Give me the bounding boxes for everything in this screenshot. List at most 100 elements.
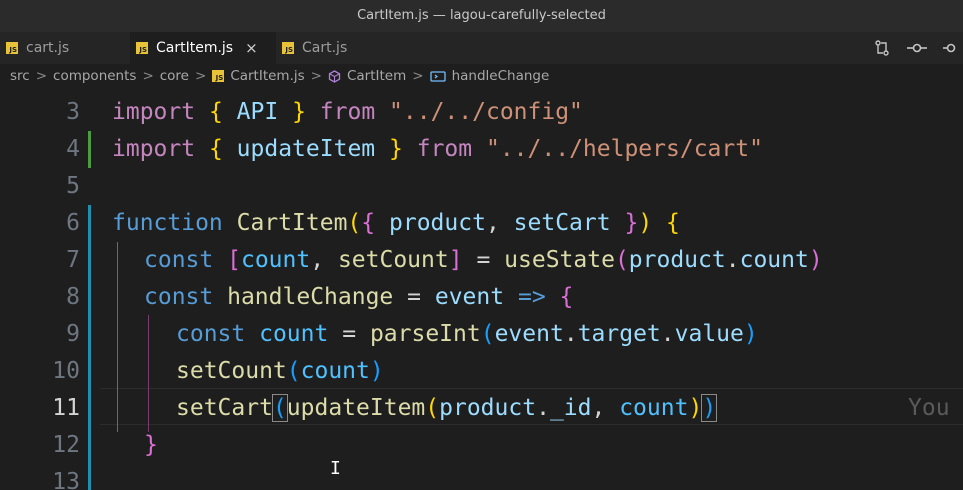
token-function: setCount: [337, 247, 449, 273]
code-line: 8 const handleChange = event => {: [0, 279, 963, 316]
tab-cartitem-js[interactable]: JS CartItem.js ×: [130, 32, 276, 64]
token-identifier: product: [439, 395, 537, 421]
line-number: 13: [52, 469, 80, 490]
token-bracket: (: [347, 210, 362, 236]
inline-blame-text: You: [908, 395, 950, 421]
token-function: CartItem: [236, 210, 348, 236]
token-property: target: [577, 321, 661, 347]
code-editor[interactable]: 3 import { API } from "../../config" 4 i…: [0, 88, 963, 490]
breadcrumb-item-core[interactable]: core: [160, 68, 189, 84]
code-line: 3 import { API } from "../../config": [0, 94, 963, 131]
token-punct: ,: [485, 210, 500, 236]
token-bracket: (: [480, 321, 495, 347]
js-file-icon: JS: [282, 42, 294, 54]
line-content: setCount(count): [176, 353, 384, 390]
mouse-cursor-ibeam: I: [330, 458, 341, 479]
token-bracket: }: [292, 99, 306, 125]
line-content: import { updateItem } from "../../helper…: [112, 131, 763, 168]
tab-label: Cart.js: [302, 40, 348, 56]
token-bracket: (: [425, 395, 440, 421]
token-keyword: from: [416, 136, 473, 162]
code-line: 13: [0, 464, 963, 490]
token-bracket: ): [688, 395, 703, 421]
token-bracket: {: [361, 210, 376, 236]
token-param: setCart: [513, 210, 611, 236]
breadcrumb-separator: >: [310, 68, 322, 84]
code-line: 12 }: [0, 427, 963, 464]
breadcrumb: src > components > core > JS CartItem.js…: [0, 64, 963, 88]
git-commit-icon[interactable]: [907, 39, 927, 57]
line-number: 7: [66, 247, 80, 273]
token-punct: ,: [310, 247, 325, 273]
token-param: product: [389, 210, 486, 236]
line-content: }: [144, 427, 158, 464]
line-content: function CartItem({ product, setCart }) …: [112, 205, 680, 242]
token-keyword: import: [112, 99, 196, 125]
token-function: setCount: [176, 358, 287, 384]
token-bracket: }: [389, 136, 403, 162]
token-function: updateItem: [286, 395, 426, 421]
code-line: 6 function CartItem({ product, setCart }…: [0, 205, 963, 242]
token-bracket: ): [369, 358, 384, 384]
tab-label: CartItem.js: [156, 40, 234, 56]
js-file-icon: JS: [6, 42, 18, 54]
token-function: parseInt: [369, 321, 481, 347]
token-property: value: [674, 321, 744, 347]
token-bracket: [: [227, 247, 241, 273]
token-identifier: count: [619, 395, 689, 421]
compare-changes-icon[interactable]: [873, 39, 891, 57]
code-line: 10 setCount(count): [0, 353, 963, 390]
line-number: 10: [52, 358, 80, 384]
breadcrumb-item-component[interactable]: CartItem: [347, 68, 406, 84]
token-punct: ,: [591, 395, 606, 421]
code-line: 4 import { updateItem } from "../../help…: [0, 131, 963, 168]
close-icon[interactable]: ×: [245, 39, 258, 57]
line-number: 5: [66, 173, 80, 199]
token-bracket: ]: [448, 247, 463, 273]
line-content: const handleChange = event => {: [144, 279, 573, 316]
breadcrumb-item-symbol[interactable]: handleChange: [452, 68, 550, 84]
token-operator: =: [407, 284, 421, 310]
token-bracket: }: [624, 210, 639, 236]
js-file-icon: JS: [212, 70, 225, 82]
breadcrumb-separator: >: [142, 68, 154, 84]
line-number: 4: [66, 136, 80, 162]
token-function: handleChange: [227, 284, 394, 310]
breadcrumb-item-src[interactable]: src: [10, 68, 30, 84]
tab-cart-js-2[interactable]: JS Cart.js: [276, 32, 408, 64]
token-keyword: const: [144, 284, 214, 310]
line-number: 12: [52, 432, 80, 458]
window-title: CartItem.js — lagou-carefully-selected: [0, 0, 963, 32]
code-line: 7 const [count, setCount] = useState(pro…: [0, 242, 963, 279]
line-content: setCart(updateItem(product._id, count)): [176, 390, 718, 427]
breadcrumb-separator: >: [412, 68, 424, 84]
token-identifier: count: [240, 247, 311, 273]
token-string: "../../config": [389, 99, 583, 125]
token-identifier: product: [628, 247, 726, 273]
more-icon[interactable]: [943, 39, 957, 57]
breadcrumb-separator: >: [35, 68, 48, 84]
token-operator: =: [476, 247, 491, 273]
code-line-current: 11 setCart(updateItem(product._id, count…: [0, 390, 963, 427]
breadcrumb-item-file[interactable]: CartItem.js: [230, 68, 304, 84]
breadcrumb-item-components[interactable]: components: [53, 68, 136, 84]
token-punct: .: [660, 321, 675, 347]
token-property: count: [739, 247, 809, 273]
line-content: const count = parseInt(event.target.valu…: [176, 316, 758, 353]
token-identifier: count: [300, 358, 370, 384]
tab-cart-js[interactable]: JS cart.js: [0, 32, 134, 64]
breadcrumb-separator: >: [195, 68, 207, 84]
line-number: 9: [66, 321, 80, 347]
tab-label: cart.js: [26, 40, 70, 56]
symbol-class-icon: [328, 69, 341, 83]
token-property: _id: [549, 395, 592, 421]
token-bracket: {: [559, 284, 574, 310]
line-content: const [count, setCount] = useState(produ…: [144, 242, 823, 279]
token-identifier: API: [236, 99, 279, 125]
line-number: 8: [66, 284, 80, 310]
line-number: 6: [66, 210, 80, 236]
token-keyword: function: [112, 210, 223, 236]
token-keyword: const: [144, 247, 214, 273]
token-bracket: ): [808, 247, 823, 273]
token-keyword: const: [176, 321, 246, 347]
